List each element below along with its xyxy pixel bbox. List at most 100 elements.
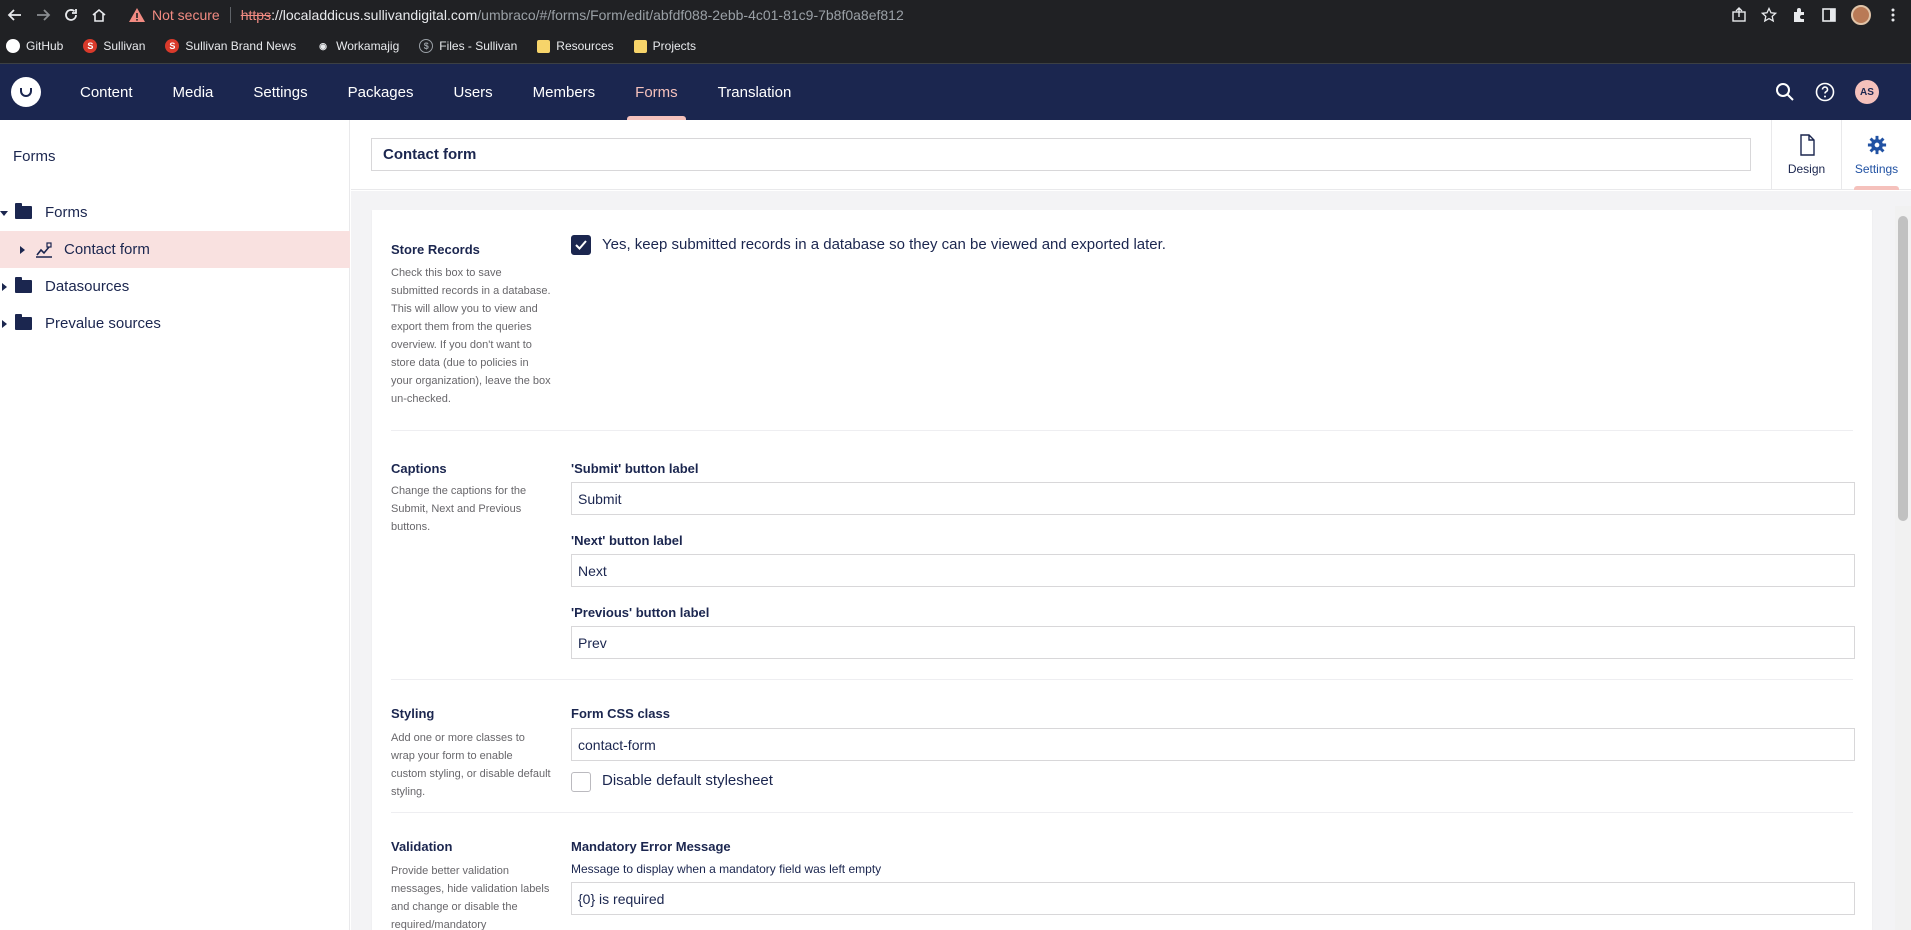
tree-item-label: Forms	[45, 204, 88, 221]
sullivan-icon: S	[83, 39, 98, 53]
group-description-store-records: Check this box to save submitted records…	[391, 267, 551, 405]
bookmark-github[interactable]: GitHub	[6, 39, 63, 53]
group-description-styling: Add one or more classes to wrap your for…	[391, 732, 551, 798]
user-avatar[interactable]: AS	[1855, 80, 1879, 104]
reload-icon	[65, 8, 77, 21]
url-path: /umbraco/#/forms/Form/edit/abfdf088-2ebb…	[477, 6, 904, 23]
bookmark-label: Files - Sullivan	[439, 39, 518, 53]
group-title-store-records: Store Records	[391, 242, 480, 257]
bookmark-sullivan-brand-news[interactable]: S Sullivan Brand News	[165, 39, 296, 53]
mandatory-error-input[interactable]: {0} is required	[571, 882, 1855, 915]
profile-avatar[interactable]	[1851, 4, 1871, 25]
tree-item-datasources[interactable]: Datasources	[0, 268, 350, 305]
section-forms[interactable]: Forms	[615, 64, 698, 120]
section-users[interactable]: Users	[433, 64, 512, 120]
bookmark-label: Projects	[652, 39, 696, 53]
files-icon: $	[419, 39, 434, 53]
mandatory-error-hint: Message to display when a mandatory fiel…	[571, 862, 882, 876]
group-description-validation: Provide better validation messages, hide…	[391, 865, 550, 930]
section-packages[interactable]: Packages	[328, 64, 434, 120]
divider	[391, 430, 1853, 431]
tree-item-contact-form[interactable]: Contact form	[0, 231, 350, 268]
divider	[391, 812, 1853, 813]
security-status[interactable]: Not secure	[152, 7, 220, 23]
mandatory-error-heading: Mandatory Error Message	[571, 839, 731, 854]
store-records-checkbox[interactable]	[571, 235, 591, 255]
arrow-left-icon	[7, 8, 21, 21]
folder-icon	[15, 314, 32, 330]
extensions-icon[interactable]	[1791, 7, 1807, 23]
checkmark-icon	[575, 240, 587, 250]
group-title-captions: Captions	[391, 461, 447, 476]
folder-icon	[537, 39, 551, 53]
form-icon	[35, 241, 53, 258]
bookmark-workamajig[interactable]: ◉ Workamajig	[316, 39, 399, 53]
editor-header: Contact form Design Settings	[351, 120, 1911, 190]
section-content[interactable]: Content	[60, 64, 153, 120]
tree-item-label: Prevalue sources	[45, 315, 161, 332]
help-icon[interactable]	[1815, 82, 1835, 102]
next-label-input[interactable]: Next	[571, 554, 1855, 587]
umbraco-header: Content Media Settings Packages Users Me…	[0, 64, 1911, 120]
url-scheme: https	[240, 6, 272, 23]
previous-label-input[interactable]: Prev	[571, 626, 1855, 659]
umbraco-logo[interactable]	[11, 77, 41, 107]
folder-icon	[633, 39, 647, 53]
section-settings[interactable]: Settings	[233, 64, 327, 120]
bookmarks-bar: GitHub S Sullivan S Sullivan Brand News ◉ W…	[0, 29, 1911, 64]
bookmark-resources[interactable]: Resources	[537, 39, 614, 53]
css-class-input[interactable]: contact-form	[571, 728, 1855, 761]
forward-button[interactable]	[32, 4, 54, 26]
workamajig-icon: ◉	[319, 40, 328, 51]
form-name-input[interactable]: Contact form	[371, 138, 1751, 171]
app-settings-button[interactable]: Settings	[1841, 120, 1911, 190]
section-members[interactable]: Members	[513, 64, 616, 120]
browser-toolbar: Not secure https :// localaddicus.sulliv…	[0, 0, 1911, 29]
share-icon[interactable]	[1731, 6, 1747, 23]
disable-stylesheet-checkbox[interactable]	[571, 772, 591, 792]
settings-panel: Store Records Check this box to save sub…	[372, 210, 1872, 930]
bookmark-files-sullivan[interactable]: $ Files - Sullivan	[419, 39, 517, 53]
caret-right-icon[interactable]	[0, 319, 8, 328]
app-label: Settings	[1854, 162, 1899, 176]
star-icon[interactable]	[1761, 6, 1777, 23]
tree-item-prevalue-sources[interactable]: Prevalue sources	[0, 305, 350, 342]
submit-label-input[interactable]: Submit	[571, 482, 1855, 515]
address-bar[interactable]: Not secure https :// localaddicus.sulliv…	[128, 3, 904, 27]
bookmark-label: Sullivan Brand News	[185, 39, 297, 53]
reload-button[interactable]	[60, 4, 82, 26]
app-design-button[interactable]: Design	[1771, 120, 1841, 190]
document-icon	[1799, 134, 1815, 156]
disable-stylesheet-label[interactable]: Disable default stylesheet	[602, 772, 773, 789]
bookmark-projects[interactable]: Projects	[633, 39, 696, 53]
back-button[interactable]	[4, 4, 26, 26]
arrow-right-icon	[37, 8, 51, 21]
side-panel-icon[interactable]	[1821, 7, 1837, 23]
home-button[interactable]	[88, 4, 110, 26]
url-host: localaddicus.sullivandigital.com	[282, 6, 478, 23]
section-translation[interactable]: Translation	[698, 64, 812, 120]
gear-icon	[1867, 135, 1886, 155]
divider	[391, 679, 1853, 680]
search-icon[interactable]	[1775, 82, 1795, 102]
caret-right-icon[interactable]	[18, 245, 26, 254]
divider	[229, 6, 231, 23]
scrollbar-thumb[interactable]	[1898, 216, 1908, 521]
tree-item-label: Datasources	[45, 278, 130, 295]
previous-label-heading: 'Previous' button label	[571, 605, 710, 620]
url-separator: ://	[271, 6, 283, 23]
bookmark-sullivan[interactable]: S Sullivan	[83, 39, 145, 53]
sullivan-icon: S	[165, 39, 180, 53]
caret-down-icon[interactable]	[0, 209, 8, 217]
bookmark-label: Workamajig	[336, 39, 400, 53]
folder-icon	[15, 203, 32, 219]
tree-item-forms[interactable]: Forms	[0, 194, 350, 231]
scrollbar[interactable]	[1895, 206, 1911, 930]
next-label-heading: 'Next' button label	[571, 533, 683, 548]
browser-actions	[1731, 0, 1901, 29]
store-records-label[interactable]: Yes, keep submitted records in a databas…	[602, 236, 1166, 253]
caret-right-icon[interactable]	[0, 282, 8, 291]
section-media[interactable]: Media	[153, 64, 234, 120]
kebab-menu-icon[interactable]	[1885, 7, 1901, 23]
submit-label-heading: 'Submit' button label	[571, 461, 699, 476]
